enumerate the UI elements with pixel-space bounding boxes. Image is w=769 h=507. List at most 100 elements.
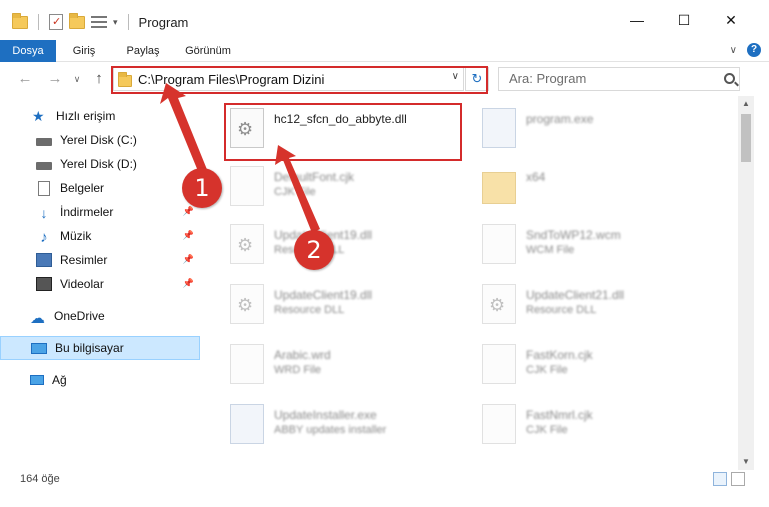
file-item[interactable]: SndToWP12.wcm WCM File: [482, 224, 621, 276]
sidebar-item-local-disk-c[interactable]: Yerel Disk (C:): [0, 128, 200, 152]
sidebar-item-pictures[interactable]: Resimler 📌: [0, 248, 200, 272]
sidebar-item-label: Yerel Disk (D:): [60, 157, 137, 171]
exe-file-icon: [482, 108, 516, 148]
tab-view[interactable]: Görünüm: [180, 40, 236, 62]
file-name: UpdateClient19.dll: [274, 288, 373, 302]
file-name: program.exe: [526, 112, 594, 126]
sidebar-item-network[interactable]: Ağ: [0, 368, 200, 392]
folder-icon: [12, 12, 28, 29]
pin-icon[interactable]: 📌: [183, 254, 194, 265]
video-icon: [36, 277, 52, 291]
item-count: 164 öğe: [20, 473, 60, 485]
vertical-scrollbar[interactable]: ▲ ▼: [738, 96, 754, 470]
file-highlight-box: [224, 103, 462, 161]
sidebar-item-label: Müzik: [60, 229, 92, 243]
view-options-icon[interactable]: [91, 15, 107, 29]
divider: [38, 14, 39, 30]
pin-icon[interactable]: 📌: [183, 206, 194, 217]
drive-icon: [36, 138, 52, 146]
folder-icon: [482, 172, 516, 204]
divider: [127, 14, 129, 30]
search-icon[interactable]: [724, 73, 735, 84]
scroll-down-icon[interactable]: ▼: [738, 454, 754, 470]
file-type: ABBY updates installer: [274, 424, 387, 436]
ribbon-expand-icon[interactable]: ∨: [730, 45, 737, 56]
file-name: UpdateInstaller.exe: [274, 408, 377, 422]
up-button[interactable]: ↑: [90, 69, 108, 89]
sidebar-item-music[interactable]: ♪ Müzik 📌: [0, 224, 200, 248]
sidebar-item-this-pc[interactable]: Bu bilgisayar: [0, 336, 200, 360]
scroll-up-icon[interactable]: ▲: [738, 96, 754, 112]
quick-access-toolbar: ▾ Program: [12, 12, 188, 32]
tab-home[interactable]: Giriş: [62, 40, 106, 62]
details-view-icon[interactable]: [713, 472, 727, 486]
sidebar-item-downloads[interactable]: ↓ İndirmeler 📌: [0, 200, 200, 224]
search-input[interactable]: Ara: Program: [498, 67, 740, 91]
file-type: WRD File: [274, 364, 322, 376]
sidebar-item-label: Bu bilgisayar: [55, 341, 124, 355]
qa-dropdown-icon[interactable]: ▾: [113, 17, 118, 28]
sidebar-item-local-disk-d[interactable]: Yerel Disk (D:): [0, 152, 200, 176]
sidebar-item-label: İndirmeler: [60, 205, 114, 219]
sidebar-item-onedrive[interactable]: ☁ OneDrive: [0, 304, 200, 328]
minimize-button[interactable]: —: [614, 0, 660, 40]
file-type: CJK File: [526, 364, 568, 376]
help-icon[interactable]: ?: [747, 43, 761, 57]
file-type: WCM File: [526, 244, 575, 256]
tab-file[interactable]: Dosya: [0, 40, 56, 62]
sidebar-item-label: Yerel Disk (C:): [60, 133, 137, 147]
file-icon: [482, 404, 516, 444]
sidebar-item-videos[interactable]: Videolar 📌: [0, 272, 200, 296]
pin-icon[interactable]: 📌: [183, 230, 194, 241]
file-item[interactable]: program.exe: [482, 108, 593, 160]
file-name: FastKorn.cjk: [526, 348, 593, 362]
sidebar-item-quick-access[interactable]: ★ Hızlı erişim: [0, 104, 200, 128]
file-item[interactable]: DefaultFont.cjk CJK File: [230, 166, 354, 218]
file-name: DefaultFont.cjk: [274, 170, 355, 184]
callout-step-2: 2: [294, 230, 334, 270]
file-item[interactable]: FastKorn.cjk CJK File: [482, 344, 593, 396]
sidebar-item-label: Videolar: [60, 277, 104, 291]
dll-file-icon: [482, 284, 516, 324]
dll-file-icon: [230, 284, 264, 324]
file-type: Resource DLL: [274, 304, 345, 316]
recent-locations-button[interactable]: ∨: [68, 69, 86, 89]
file-icon: [230, 166, 264, 206]
network-icon: [30, 375, 44, 385]
tab-share[interactable]: Paylaş: [118, 40, 168, 62]
forward-button[interactable]: →: [46, 69, 64, 89]
scroll-thumb[interactable]: [741, 114, 751, 162]
file-item[interactable]: Arabic.wrd WRD File: [230, 344, 331, 396]
sidebar-item-label: Belgeler: [60, 181, 105, 195]
star-icon: ★: [32, 108, 45, 124]
cloud-icon: ☁: [30, 310, 45, 327]
maximize-button[interactable]: ☐: [661, 0, 707, 40]
pictures-icon: [36, 253, 52, 267]
drive-icon: [36, 162, 52, 170]
back-button[interactable]: ←: [16, 69, 34, 89]
sidebar-item-label: OneDrive: [54, 309, 105, 323]
file-name: UpdateClient21.dll: [526, 288, 625, 302]
file-type: Resource DLL: [526, 304, 597, 316]
installer-icon: [230, 404, 264, 444]
pin-icon[interactable]: 📌: [183, 278, 194, 289]
address-highlight-box: [111, 66, 488, 94]
new-folder-icon[interactable]: [69, 12, 85, 29]
sidebar-item-label: Resimler: [60, 253, 108, 267]
file-name: SndToWP12.wcm: [526, 228, 621, 242]
navigation-pane: ★ Hızlı erişim Yerel Disk (C:) Yerel Dis…: [0, 96, 208, 464]
properties-check-icon[interactable]: [49, 14, 63, 30]
sidebar-item-label: Ağ: [52, 373, 67, 387]
file-item[interactable]: x64: [482, 166, 545, 218]
close-button[interactable]: ✕: [708, 0, 754, 40]
file-name: Arabic.wrd: [274, 348, 331, 362]
file-item[interactable]: UpdateClient19.dll Resource DLL: [230, 284, 372, 336]
download-icon: ↓: [40, 205, 48, 221]
file-item[interactable]: FastNmrl.cjk CJK File: [482, 404, 593, 456]
sidebar-item-documents[interactable]: Belgeler 📌: [0, 176, 200, 200]
file-item[interactable]: UpdateClient21.dll Resource DLL: [482, 284, 624, 336]
window-title: Program: [138, 14, 189, 30]
large-icons-view-icon[interactable]: [731, 472, 745, 486]
file-item[interactable]: UpdateInstaller.exe ABBY updates installe…: [230, 404, 386, 456]
file-type: CJK File: [526, 424, 568, 436]
